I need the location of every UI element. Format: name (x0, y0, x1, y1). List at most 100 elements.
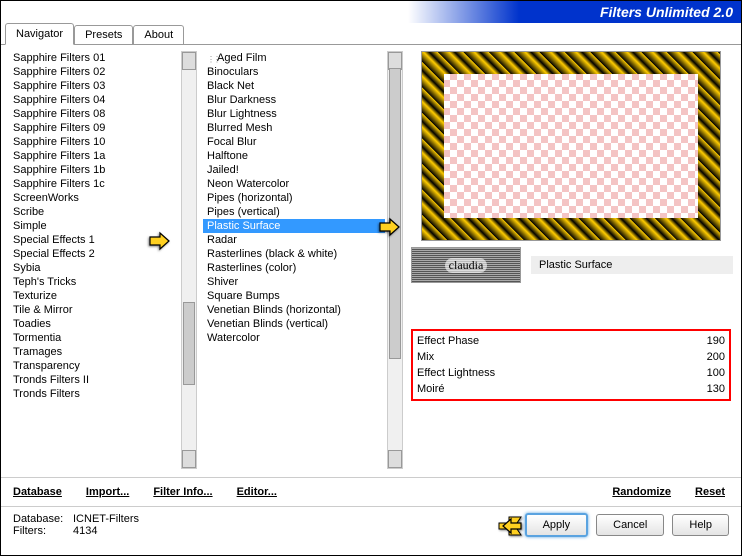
title-bar: Filters Unlimited 2.0 (1, 1, 741, 23)
category-item[interactable]: Sybia (9, 261, 179, 275)
import-button[interactable]: Import... (86, 486, 129, 498)
parameters-panel: Effect Phase190Mix200 Effect Lightness 100… (411, 329, 731, 401)
tab-strip: Navigator Presets About (1, 23, 741, 45)
filter-item[interactable]: Blur Darkness (203, 93, 385, 107)
param-label: Mix (417, 351, 434, 363)
category-item[interactable]: Teph's Tricks (9, 275, 179, 289)
param-label: Effect Lightness (417, 367, 495, 379)
reset-button[interactable]: Reset (695, 486, 725, 498)
filter-item-label: Pipes (horizontal) (207, 192, 293, 204)
main-area: Sapphire Filters 01Sapphire Filters 02Sa… (1, 45, 741, 473)
filter-item-label: Blurred Mesh (207, 122, 272, 134)
category-item[interactable]: Tramages (9, 345, 179, 359)
category-item[interactable]: Sapphire Filters 1b (9, 163, 179, 177)
category-item[interactable]: Sapphire Filters 09 (9, 121, 179, 135)
tab-about[interactable]: About (133, 25, 184, 44)
filter-item[interactable]: Rasterlines (color) (203, 261, 385, 275)
category-item[interactable]: Sapphire Filters 10 (9, 135, 179, 149)
category-item[interactable]: Special Effects 2 (9, 247, 179, 261)
param-value: 130 (685, 383, 725, 395)
watermark-image: claudia (411, 247, 521, 283)
filter-item[interactable]: Aged Film (203, 51, 385, 65)
watermark-text: claudia (445, 258, 488, 273)
category-item[interactable]: Sapphire Filters 02 (9, 65, 179, 79)
param-row[interactable]: Effect Lightness 100 (417, 365, 725, 381)
filter-item[interactable]: Rasterlines (black & white) (203, 247, 385, 261)
category-item[interactable]: ScreenWorks (9, 191, 179, 205)
filter-item[interactable]: Halftone (203, 149, 385, 163)
filter-item[interactable]: Watercolor (203, 331, 385, 345)
filter-item[interactable]: Plastic Surface (203, 219, 385, 233)
status-info: Database:ICNET-Filters Filters:4134 (13, 513, 525, 537)
filters-count-value: 4134 (73, 525, 97, 537)
filter-item[interactable]: Shiver (203, 275, 385, 289)
filter-item-label: Square Bumps (207, 290, 280, 302)
filter-item-label: Blur Darkness (207, 94, 276, 106)
filter-item-label: Binoculars (207, 66, 258, 78)
param-row[interactable]: Moiré 130 (417, 381, 725, 397)
filter-item[interactable]: Venetian Blinds (horizontal) (203, 303, 385, 317)
database-button[interactable]: Database (13, 486, 62, 498)
filter-item[interactable]: Pipes (vertical) (203, 205, 385, 219)
param-row[interactable]: Effect Phase190 (417, 333, 725, 349)
cancel-button[interactable]: Cancel (596, 514, 664, 536)
filter-item-label: Rasterlines (color) (207, 262, 296, 274)
filter-scrollbar[interactable] (387, 51, 403, 469)
tab-presets[interactable]: Presets (74, 25, 133, 44)
filter-item-label: Shiver (207, 276, 238, 288)
db-value: ICNET-Filters (73, 513, 139, 525)
filter-name-label: Plastic Surface (531, 256, 733, 274)
category-item[interactable]: Sapphire Filters 04 (9, 93, 179, 107)
filter-info-button[interactable]: Filter Info... (153, 486, 212, 498)
category-item[interactable]: Tronds Filters II (9, 373, 179, 387)
filter-item[interactable]: Blur Lightness (203, 107, 385, 121)
param-value: 190 (685, 335, 725, 347)
filter-item[interactable]: Venetian Blinds (vertical) (203, 317, 385, 331)
category-item[interactable]: Sapphire Filters 01 (9, 51, 179, 65)
category-item[interactable]: Tile & Mirror (9, 303, 179, 317)
category-item[interactable]: Simple (9, 219, 179, 233)
editor-button[interactable]: Editor... (237, 486, 277, 498)
toolbar: Database Import... Filter Info... Editor… (1, 477, 741, 507)
param-row[interactable]: Mix200 (417, 349, 725, 365)
category-item[interactable]: Sapphire Filters 03 (9, 79, 179, 93)
filter-list[interactable]: Aged FilmBinocularsBlack NetBlur Darknes… (203, 51, 403, 469)
filter-item-label: Radar (207, 234, 237, 246)
tab-navigator[interactable]: Navigator (5, 23, 74, 45)
filter-item[interactable]: Neon Watercolor (203, 177, 385, 191)
filter-column: Aged FilmBinocularsBlack NetBlur Darknes… (203, 51, 403, 473)
category-list[interactable]: Sapphire Filters 01Sapphire Filters 02Sa… (9, 51, 197, 469)
category-item[interactable]: Sapphire Filters 08 (9, 107, 179, 121)
watermark-row: claudia Plastic Surface (409, 247, 733, 283)
category-item[interactable]: Sapphire Filters 1a (9, 149, 179, 163)
category-item[interactable]: Scribe (9, 205, 179, 219)
filter-item-label: Blur Lightness (207, 108, 277, 120)
filter-item[interactable]: Pipes (horizontal) (203, 191, 385, 205)
filter-item-label: Venetian Blinds (vertical) (207, 318, 328, 330)
filter-item[interactable]: Focal Blur (203, 135, 385, 149)
randomize-button[interactable]: Randomize (612, 486, 671, 498)
filter-item[interactable]: Blurred Mesh (203, 121, 385, 135)
param-label: Moiré (417, 383, 445, 395)
category-scrollbar[interactable] (181, 51, 197, 469)
category-item[interactable]: Toadies (9, 317, 179, 331)
category-item[interactable]: Tronds Filters (9, 387, 179, 401)
filter-item-label: Neon Watercolor (207, 178, 289, 190)
filter-item[interactable]: Radar (203, 233, 385, 247)
category-item[interactable]: Transparency (9, 359, 179, 373)
filter-item[interactable]: Jailed! (203, 163, 385, 177)
preview-frame (422, 52, 720, 240)
dialog-buttons: Apply Cancel Help (525, 513, 729, 537)
filters-count-label: Filters: (13, 525, 73, 537)
filter-item[interactable]: Black Net (203, 79, 385, 93)
category-item[interactable]: Tormentia (9, 331, 179, 345)
category-item[interactable]: Sapphire Filters 1c (9, 177, 179, 191)
category-item[interactable]: Special Effects 1 (9, 233, 179, 247)
help-button[interactable]: Help (672, 514, 729, 536)
filter-item[interactable]: Square Bumps (203, 289, 385, 303)
category-item[interactable]: Texturize (9, 289, 179, 303)
param-value: 100 (685, 367, 725, 379)
category-column: Sapphire Filters 01Sapphire Filters 02Sa… (9, 51, 197, 473)
apply-button[interactable]: Apply (525, 513, 589, 537)
filter-item[interactable]: Binoculars (203, 65, 385, 79)
